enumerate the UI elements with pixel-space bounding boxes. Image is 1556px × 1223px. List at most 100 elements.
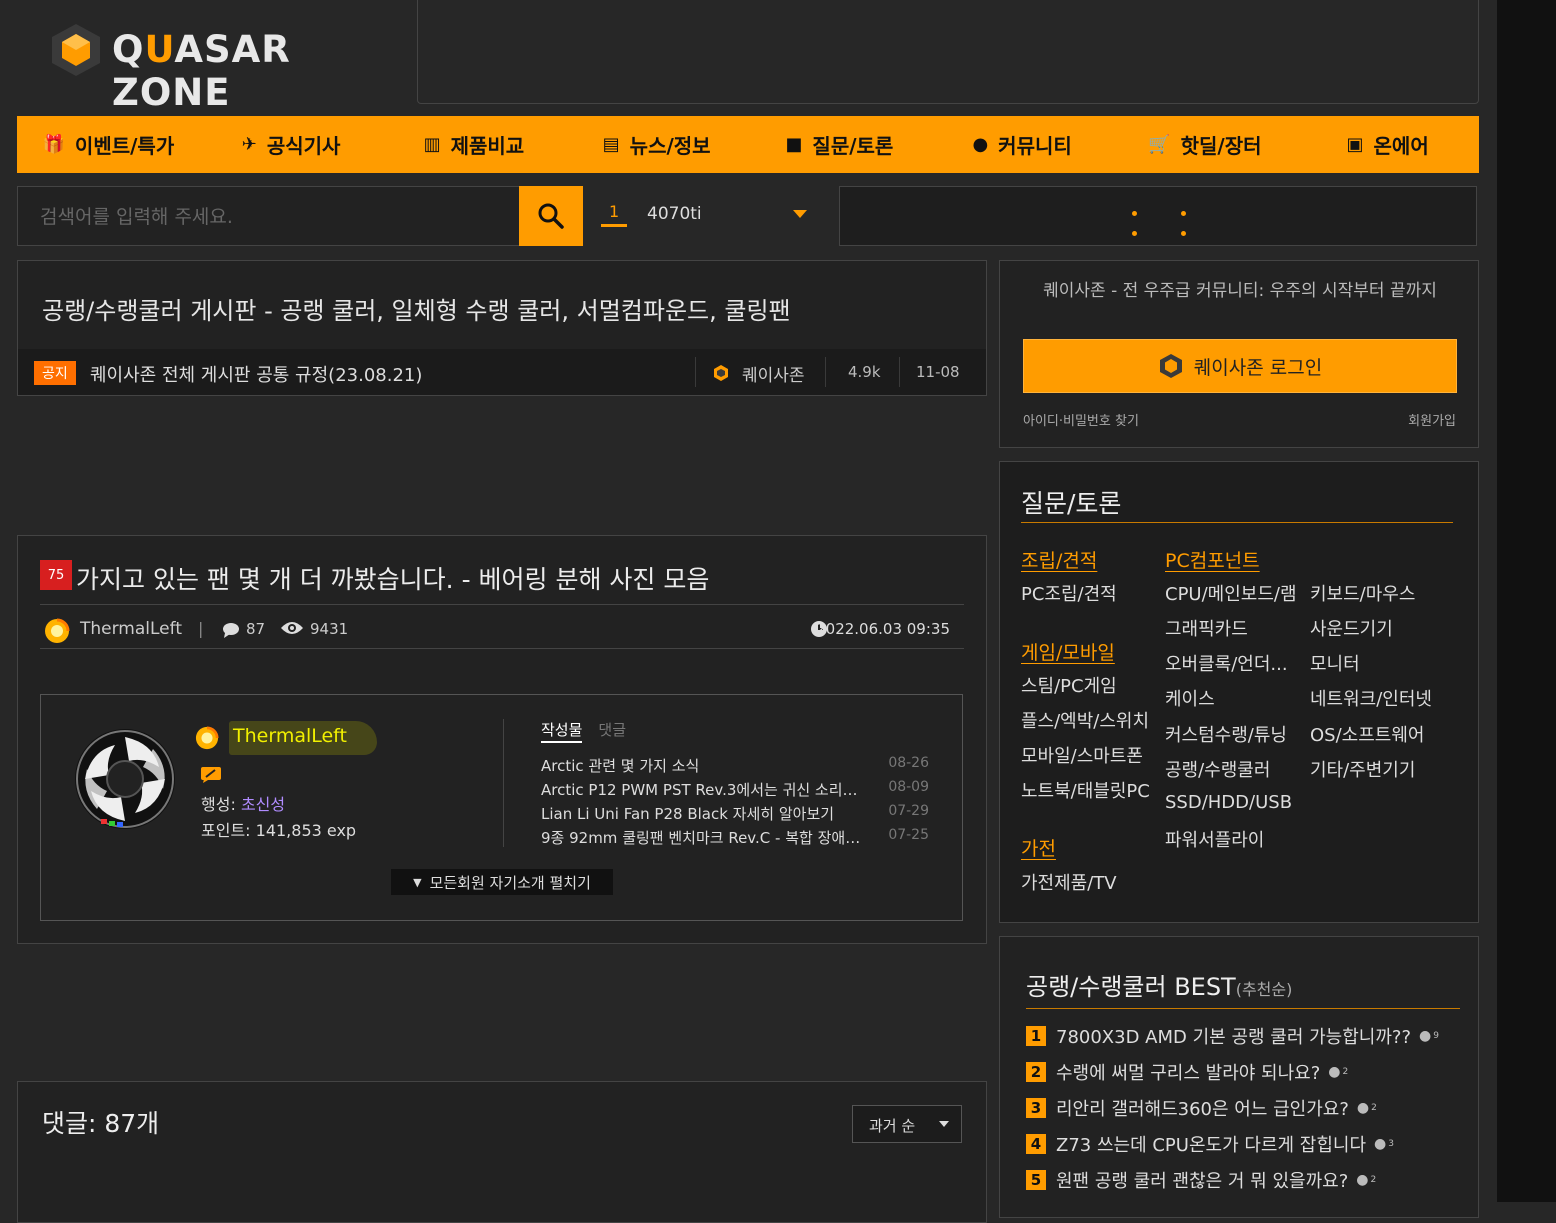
logo-text: QUASAR ZONE — [112, 28, 291, 114]
category-link[interactable]: 스팀/PC게임 — [1021, 672, 1117, 698]
chevron-down-icon[interactable] — [793, 210, 807, 218]
signup-link[interactable]: 회원가입 — [1408, 410, 1456, 429]
loading-dot — [1181, 231, 1186, 236]
loading-dot — [1132, 231, 1137, 236]
category-heading-pc[interactable]: PC컴포넌트 — [1165, 546, 1260, 573]
nav-onair[interactable]: ▣ 온에어 — [1296, 116, 1479, 173]
recent-posts-list: Arctic 관련 몇 가지 소식 08-26 Arctic P12 PWM PS… — [541, 755, 929, 851]
category-link[interactable]: 케이스 — [1165, 685, 1215, 711]
user-level-icon — [45, 618, 70, 643]
best-item[interactable]: 4 Z73 쓰는데 CPU온도가 다르게 잡힙니다 ● 3 — [1026, 1131, 1394, 1157]
loading-dot — [1181, 211, 1186, 216]
divider — [695, 357, 696, 387]
category-link[interactable]: 공랭/수랭쿨러 — [1165, 756, 1270, 782]
notice-row[interactable]: 공지 퀘이사존 전체 게시판 공통 규정(23.08.21) 퀘이사존 4.9k… — [18, 349, 986, 395]
nav-articles[interactable]: ✈ 공식기사 — [200, 116, 383, 173]
best-item[interactable]: 2 수랭에 써멀 구리스 발라야 되나요? ● 2 — [1026, 1059, 1348, 1085]
post-datetime: 2022.06.03 09:35 — [816, 620, 950, 638]
notice-title[interactable]: 퀘이사존 전체 게시판 공통 규정(23.08.21) — [90, 361, 422, 387]
trending-keyword[interactable]: 1 4070ti — [601, 186, 823, 244]
category-link[interactable]: 노트북/태블릿PC — [1021, 777, 1150, 803]
category-link[interactable]: SSD/HDD/USB — [1165, 792, 1292, 813]
category-link[interactable]: 모니터 — [1310, 650, 1360, 676]
rank-value: 초신성 — [240, 795, 286, 814]
question-bubble-icon: ■ — [785, 134, 803, 155]
post-author[interactable]: ThermalLeft — [80, 619, 182, 639]
best-subtitle: (추천순) — [1235, 980, 1293, 999]
search-bar — [17, 186, 583, 246]
search-input[interactable] — [38, 201, 512, 233]
satellite-icon: ✈ — [241, 134, 257, 155]
category-link[interactable]: OS/소프트웨어 — [1310, 721, 1424, 747]
best-item[interactable]: 3 리안리 갤러해드360은 어느 급인가요? ● 2 — [1026, 1095, 1377, 1121]
nav-compare[interactable]: ▥ 제품비교 — [383, 116, 566, 173]
login-button[interactable]: 퀘이사존 로그인 — [1023, 339, 1457, 393]
chat-bubbles-icon: ● — [972, 134, 989, 155]
tab-posts[interactable]: 작성물 — [541, 721, 583, 743]
find-account-link[interactable]: 아이디·비밀번호 찾기 — [1023, 410, 1139, 429]
category-link[interactable]: 사운드기기 — [1310, 615, 1393, 641]
best-title: 공랭/수랭쿨러 BEST(추천순) — [1026, 973, 1293, 1001]
trending-rank: 1 — [609, 202, 620, 221]
notice-author[interactable]: 퀘이사존 — [742, 361, 805, 386]
nav-events[interactable]: 🎁 이벤트/특가 — [17, 116, 200, 173]
category-link[interactable]: 네트워크/인터넷 — [1310, 685, 1432, 711]
search-button[interactable] — [519, 186, 583, 246]
tab-comments[interactable]: 댓글 — [598, 721, 626, 739]
list-item[interactable]: Arctic P12 PWM PST Rev.3에서는 귀신 소리가 ... 08… — [541, 779, 929, 803]
nav-community[interactable]: ● 커뮤니티 — [931, 116, 1114, 173]
site-logo[interactable]: QUASAR ZONE — [48, 22, 388, 114]
login-box: 퀘이사존 - 전 우주급 커뮤니티: 우주의 시작부터 끝까지 퀘이사존 로그인… — [999, 260, 1479, 448]
category-heading-appliance[interactable]: 가전 — [1021, 834, 1056, 861]
comment-count: ● 9 — [1419, 1028, 1439, 1044]
right-edge-strip — [1497, 0, 1556, 1202]
category-heading-build[interactable]: 조립/견적 — [1021, 546, 1097, 573]
list-item[interactable]: Arctic 관련 몇 가지 소식 08-26 — [541, 755, 929, 779]
category-link[interactable]: 가전제품/TV — [1021, 869, 1117, 895]
category-link[interactable]: 모바일/스마트폰 — [1021, 742, 1143, 768]
trending-keyword-text: 4070ti — [647, 204, 702, 224]
category-heading-game[interactable]: 게임/모바일 — [1021, 638, 1115, 665]
comment-sort-select[interactable]: 과거 순 — [852, 1105, 962, 1143]
category-link[interactable]: 기타/주변기기 — [1310, 756, 1415, 782]
best-item[interactable]: 1 7800X3D AMD 기본 공랭 쿨러 가능합니까?? ● 9 — [1026, 1023, 1439, 1049]
category-link[interactable]: 오버클록/언더... — [1165, 650, 1288, 676]
nav-hotdeal[interactable]: 🛒 핫딜/장터 — [1114, 116, 1297, 173]
search-icon — [538, 203, 564, 229]
notice-date: 11-08 — [916, 363, 960, 381]
post-title: 가지고 있는 팬 몇 개 더 까봤습니다. - 베어링 분해 사진 모음 — [76, 565, 710, 594]
list-item[interactable]: 9종 92mm 쿨링팬 벤치마크 Rev.C - 복합 장애물... 07-25 — [541, 827, 929, 851]
notice-badge: 공지 — [34, 361, 76, 385]
profile-rank: 행성: 초신성 — [201, 795, 286, 814]
category-link[interactable]: 플스/엑박/스위치 — [1021, 707, 1149, 733]
best-posts-panel: 공랭/수랭쿨러 BEST(추천순) 1 7800X3D AMD 기본 공랭 쿨러… — [999, 936, 1479, 1218]
expand-intro-button[interactable]: ▼ 모든회원 자기소개 펼치기 — [391, 869, 613, 895]
logo-hexagon-icon — [52, 24, 100, 76]
message-icon[interactable] — [201, 767, 221, 783]
divider — [503, 719, 504, 847]
avatar[interactable] — [73, 727, 177, 831]
list-item[interactable]: Lian Li Uni Fan P28 Black 자세히 알아보기 07-29 — [541, 803, 929, 827]
triangle-down-icon: ▼ — [413, 875, 422, 889]
nav-news[interactable]: ▤ 뉴스/정보 — [565, 116, 748, 173]
category-link[interactable]: 키보드/마우스 — [1310, 580, 1415, 606]
category-title: 질문/토론 — [1021, 489, 1122, 518]
category-link[interactable]: 그래픽카드 — [1165, 615, 1248, 641]
eye-icon — [281, 622, 303, 634]
category-link[interactable]: 파워서플라이 — [1165, 826, 1264, 852]
recommend-count-badge: 75 — [40, 560, 72, 590]
category-link[interactable]: PC조립/견적 — [1021, 580, 1117, 606]
best-item[interactable]: 5 원팬 공랭 쿨러 괜찮은 거 뭐 있을까요? ● 2 — [1026, 1167, 1376, 1193]
newspaper-icon: ▤ — [602, 134, 620, 155]
nav-qna[interactable]: ■ 질문/토론 — [748, 116, 931, 173]
tv-icon: ▣ — [1346, 134, 1364, 155]
comments-title: 댓글: 87개 — [42, 1109, 160, 1138]
board-title[interactable]: 공랭/수랭쿨러 게시판 - 공랭 쿨러, 일체형 수랭 쿨러, 서멀컴파운드, … — [42, 291, 791, 326]
user-level-icon — [195, 726, 219, 750]
notice-views: 4.9k — [848, 363, 881, 381]
category-panel: 질문/토론 조립/견적 PC조립/견적 게임/모바일 스팀/PC게임 플스/엑박… — [999, 461, 1479, 923]
category-link[interactable]: 커스텀수랭/튜닝 — [1165, 721, 1287, 747]
banner-slot — [839, 186, 1477, 246]
category-link[interactable]: CPU/메인보드/램 — [1165, 580, 1297, 606]
profile-name[interactable]: ThermalLeft — [233, 725, 347, 747]
